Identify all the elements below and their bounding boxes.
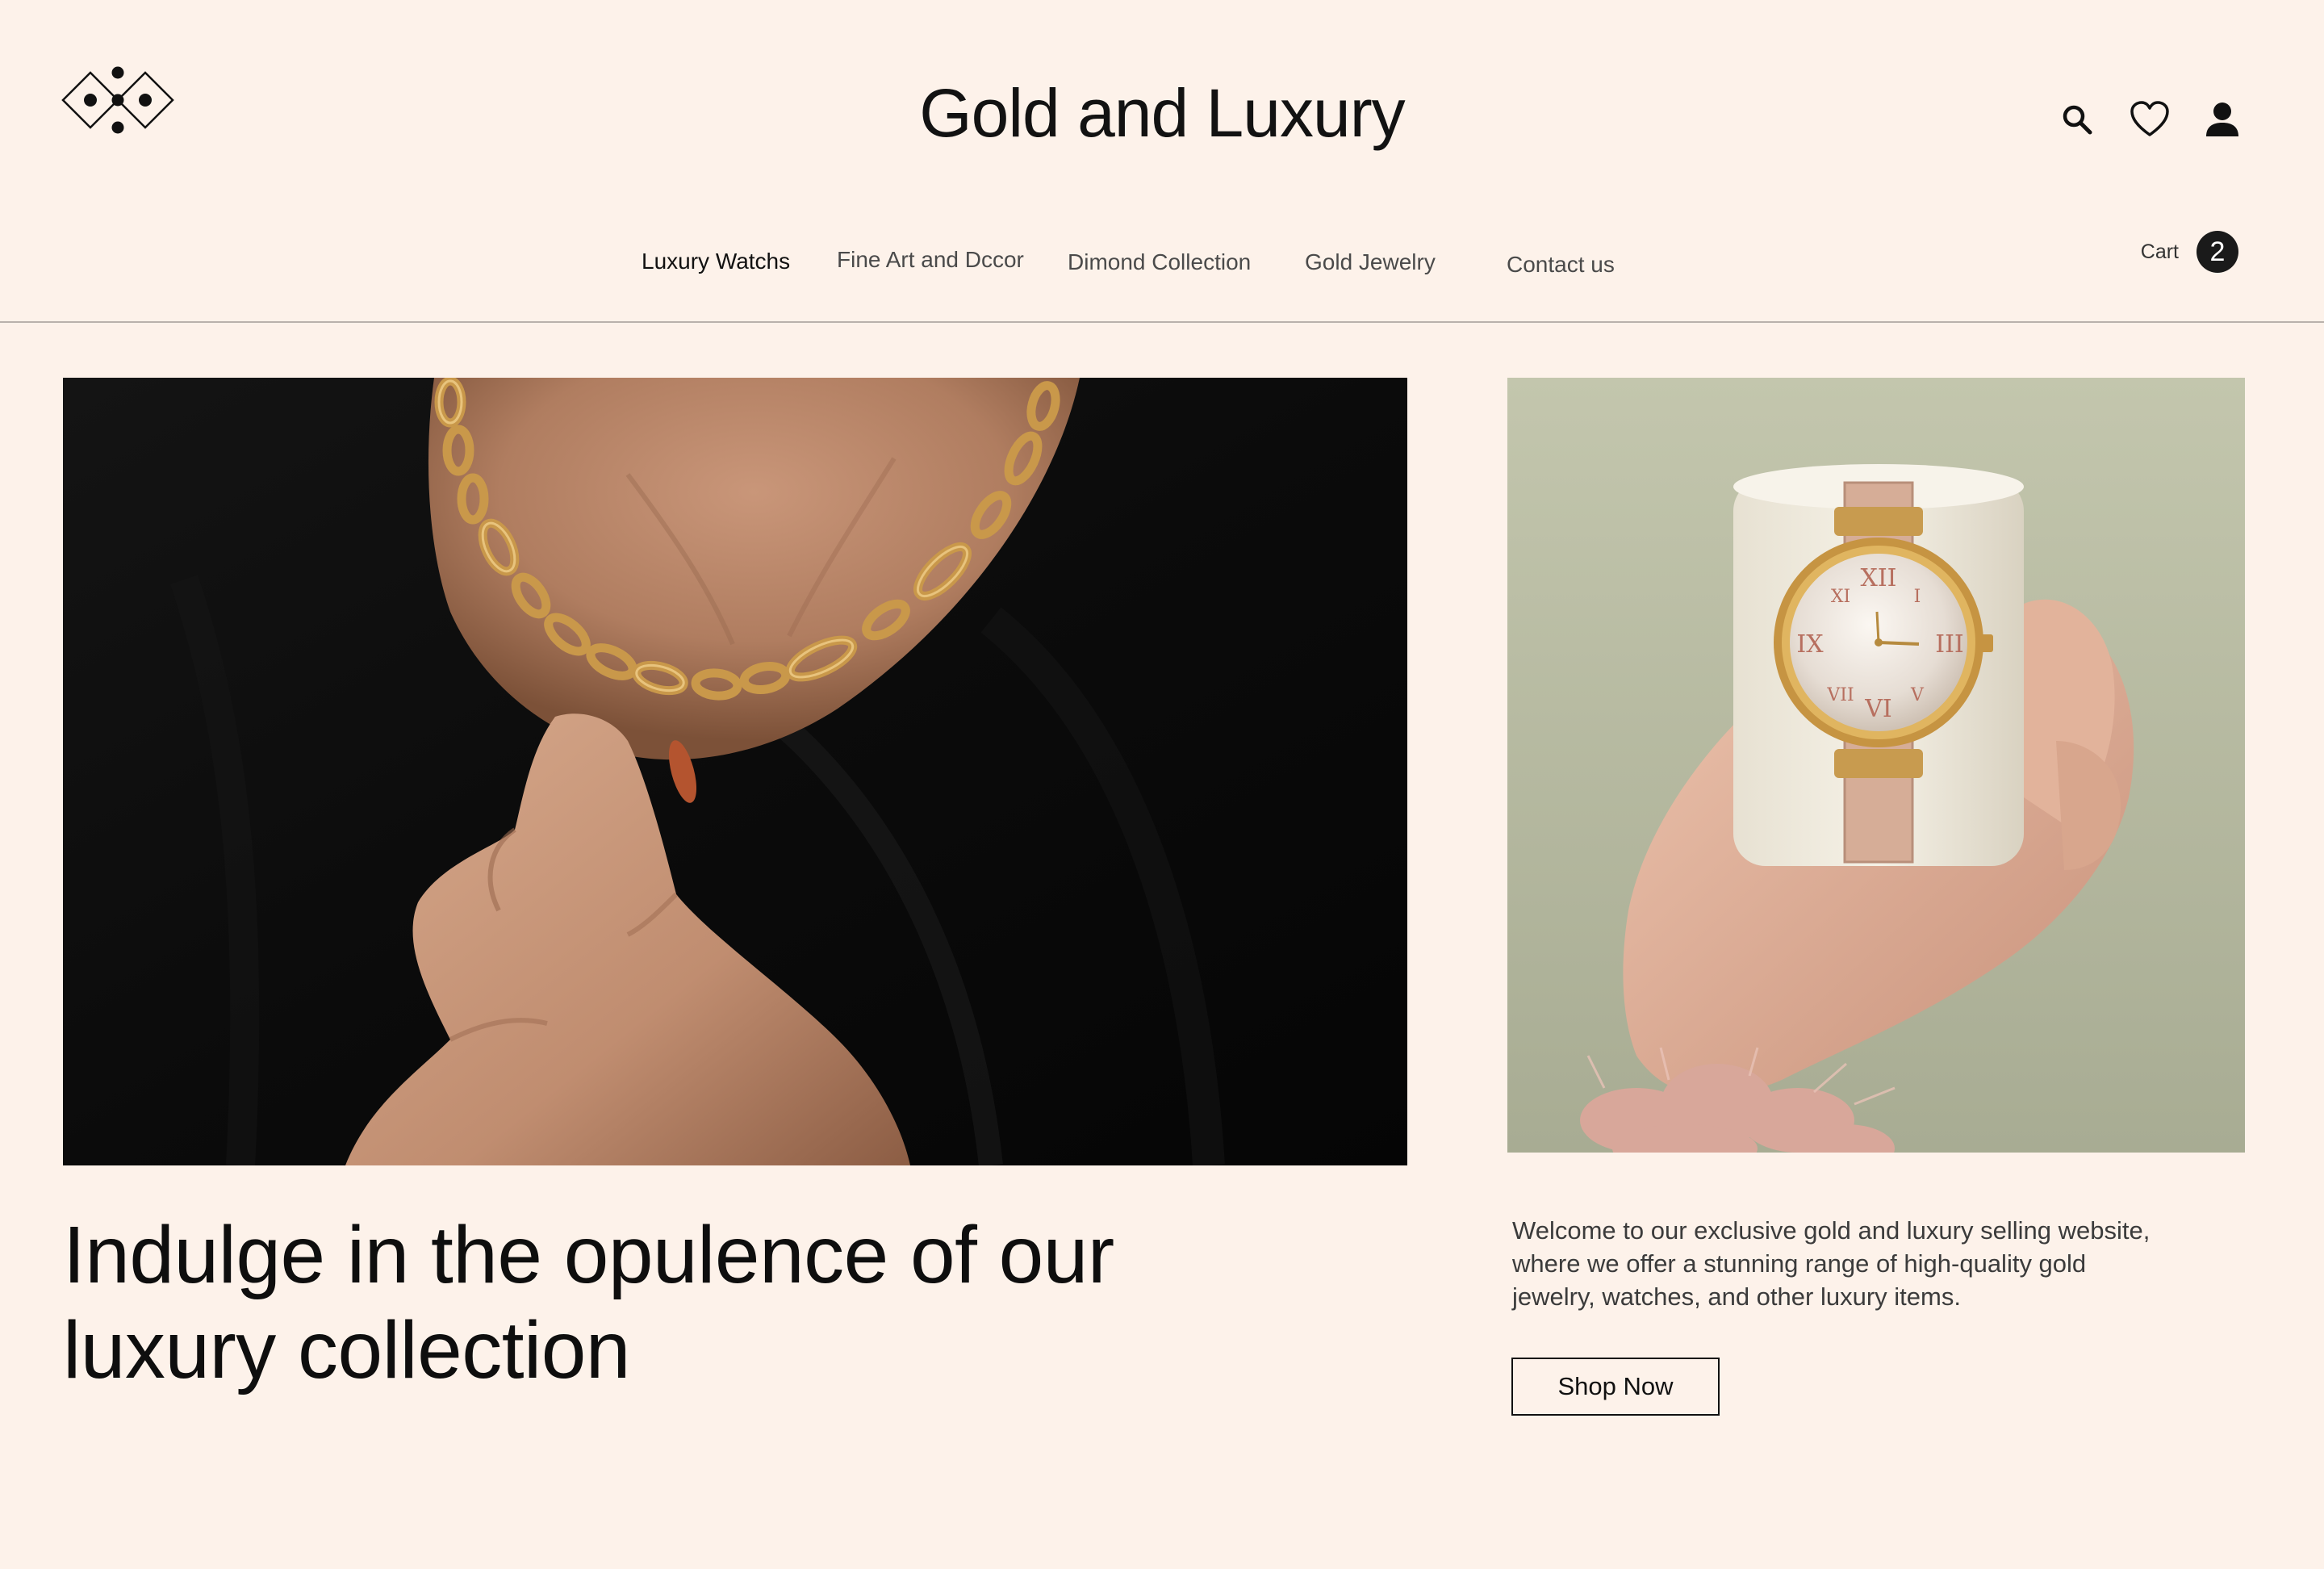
svg-text:XII: XII bbox=[1860, 564, 1896, 592]
svg-text:V: V bbox=[1910, 685, 1925, 705]
header-actions bbox=[2056, 98, 2243, 140]
hero-image-watch: XII VI IX III XI I VII V bbox=[1507, 378, 2245, 1153]
cart-count-badge: 2 bbox=[2197, 231, 2238, 273]
search-icon[interactable] bbox=[2056, 98, 2098, 140]
site-title: Gold and Luxury bbox=[919, 75, 1405, 151]
nav-contact-us[interactable]: Contact us bbox=[1507, 252, 1615, 278]
shop-now-button[interactable]: Shop Now bbox=[1511, 1358, 1720, 1416]
svg-text:III: III bbox=[1935, 630, 1964, 659]
hero-description: Welcome to our exclusive gold and luxury… bbox=[1512, 1216, 2151, 1311]
svg-text:VI: VI bbox=[1864, 695, 1892, 723]
user-icon[interactable] bbox=[2201, 98, 2243, 140]
heart-icon[interactable] bbox=[2129, 98, 2171, 140]
nav-fine-art-and-decor[interactable]: Fine Art and Dcсor bbox=[837, 247, 1024, 273]
hero-headline: Indulge in the opulence of our luxury co… bbox=[63, 1207, 1273, 1398]
main-navigation: Luxury Watchs Fine Art and Dcсor Dimond … bbox=[0, 242, 2324, 291]
header-divider bbox=[0, 321, 2324, 323]
cart-button[interactable]: Cart 2 bbox=[2141, 231, 2238, 273]
svg-text:VII: VII bbox=[1826, 685, 1854, 705]
svg-text:XI: XI bbox=[1831, 587, 1850, 607]
svg-text:IX: IX bbox=[1796, 630, 1824, 659]
hero-image-necklace bbox=[63, 378, 1407, 1165]
svg-text:I: I bbox=[1914, 587, 1921, 607]
hero-headline-line2: luxury collection bbox=[63, 1305, 630, 1395]
nav-luxury-watches[interactable]: Luxury Watchs bbox=[642, 249, 790, 274]
nav-gold-jewelry[interactable]: Gold Jewelry bbox=[1305, 249, 1436, 275]
cart-label: Cart bbox=[2140, 240, 2179, 263]
nav-diamond-collection[interactable]: Dimond Collection bbox=[1068, 249, 1251, 275]
hero-headline-line1: Indulge in the opulence of our bbox=[63, 1210, 1114, 1300]
